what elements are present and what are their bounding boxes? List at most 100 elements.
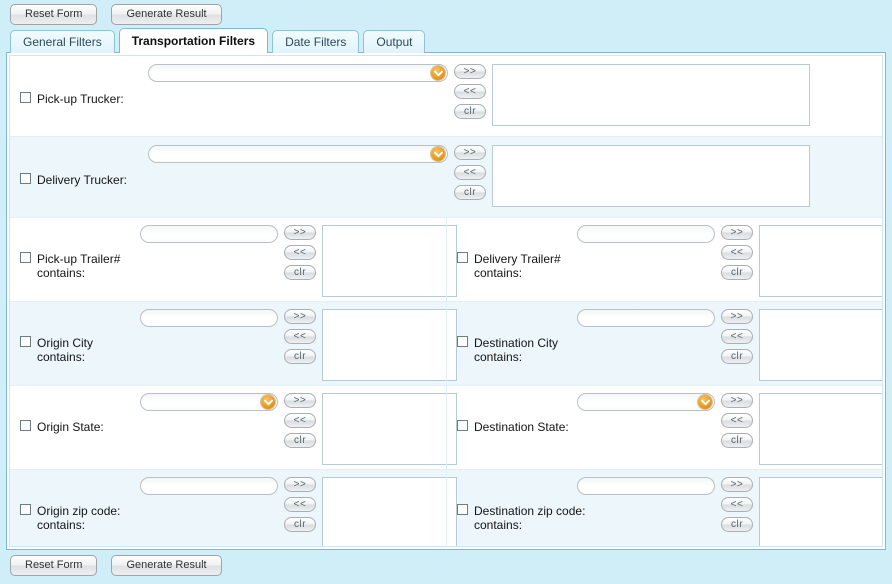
chevron-down-icon[interactable] bbox=[431, 66, 445, 80]
transfer-button-stack: >> << clr bbox=[721, 393, 753, 448]
filter-cell-destination-zip: Destination zip code: contains: >> << clr bbox=[446, 470, 882, 546]
add-button-pickup-trailer[interactable]: >> bbox=[284, 225, 316, 240]
chevron-down-icon[interactable] bbox=[698, 395, 712, 409]
checkbox-destination-zip[interactable] bbox=[457, 504, 468, 515]
text-input-destination-zip[interactable] bbox=[577, 477, 715, 495]
remove-button-origin-state[interactable]: << bbox=[284, 413, 316, 428]
label-group-origin-zip: Origin zip code: contains: bbox=[20, 500, 120, 532]
remove-button-origin-zip[interactable]: << bbox=[284, 497, 316, 512]
checkbox-destination-state[interactable] bbox=[457, 420, 468, 431]
tab-date-filters[interactable]: Date Filters bbox=[272, 30, 360, 53]
reset-form-button-top[interactable]: Reset Form bbox=[10, 4, 98, 25]
combo-pickup-trucker[interactable] bbox=[148, 64, 448, 82]
reset-form-button-bottom[interactable]: Reset Form bbox=[10, 555, 98, 576]
add-button-delivery-trucker[interactable]: >> bbox=[454, 145, 486, 160]
text-input-delivery-trailer[interactable] bbox=[577, 225, 715, 243]
controls-pickup-trucker: >> << clr bbox=[148, 61, 810, 126]
combo-input-destination-state[interactable] bbox=[577, 393, 715, 411]
filter-row: Origin City contains: >> << clr Destination … bbox=[10, 302, 882, 386]
selected-list-pickup-trailer[interactable] bbox=[322, 225, 457, 297]
combo-input-pickup-trucker[interactable] bbox=[148, 64, 448, 82]
selected-list-destination-zip[interactable] bbox=[759, 477, 882, 546]
controls-origin-state: >> << clr bbox=[140, 390, 457, 465]
add-button-origin-zip[interactable]: >> bbox=[284, 477, 316, 492]
clear-button-destination-zip[interactable]: clr bbox=[721, 517, 753, 532]
selected-list-origin-state[interactable] bbox=[322, 393, 457, 465]
filter-cell-origin-zip: Origin zip code: contains: >> << clr bbox=[10, 470, 457, 546]
filter-row: Origin State: >> << clr Destination State: >>… bbox=[10, 386, 882, 470]
tab-transportation-filters[interactable]: Transportation Filters bbox=[118, 28, 269, 53]
clear-button-delivery-trailer[interactable]: clr bbox=[721, 265, 753, 280]
selected-list-pickup-trucker[interactable] bbox=[492, 64, 810, 126]
add-button-destination-city[interactable]: >> bbox=[721, 309, 753, 324]
label-group-destination-city: Destination City contains: bbox=[457, 332, 558, 364]
transfer-button-stack: >> << clr bbox=[284, 309, 316, 364]
generate-result-button-top[interactable]: Generate Result bbox=[111, 4, 222, 25]
remove-button-destination-zip[interactable]: << bbox=[721, 497, 753, 512]
text-input-origin-zip[interactable] bbox=[140, 477, 278, 495]
label-origin-state: Origin State: bbox=[37, 420, 104, 434]
combo-destination-state[interactable] bbox=[577, 393, 715, 411]
remove-button-origin-city[interactable]: << bbox=[284, 329, 316, 344]
filter-cell-delivery-trailer: Delivery Trailer# contains: >> << clr bbox=[446, 218, 882, 301]
label-group-pickup-trucker: Pick-up Trucker: bbox=[20, 88, 124, 106]
clear-button-origin-state[interactable]: clr bbox=[284, 433, 316, 448]
checkbox-delivery-trailer[interactable] bbox=[457, 252, 468, 263]
tab-output[interactable]: Output bbox=[363, 30, 426, 53]
clear-button-pickup-trucker[interactable]: clr bbox=[454, 104, 486, 119]
filter-row: Delivery Trucker: >> << clr bbox=[10, 137, 882, 218]
remove-button-pickup-trucker[interactable]: << bbox=[454, 84, 486, 99]
selected-list-delivery-trailer[interactable] bbox=[759, 225, 882, 297]
chevron-down-icon[interactable] bbox=[431, 147, 445, 161]
add-button-origin-state[interactable]: >> bbox=[284, 393, 316, 408]
checkbox-destination-city[interactable] bbox=[457, 336, 468, 347]
selected-list-destination-state[interactable] bbox=[759, 393, 882, 465]
remove-button-destination-city[interactable]: << bbox=[721, 329, 753, 344]
clear-button-origin-city[interactable]: clr bbox=[284, 349, 316, 364]
label-group-delivery-trailer: Delivery Trailer# contains: bbox=[457, 248, 561, 280]
remove-button-pickup-trailer[interactable]: << bbox=[284, 245, 316, 260]
checkbox-pickup-trucker[interactable] bbox=[20, 92, 31, 103]
add-button-delivery-trailer[interactable]: >> bbox=[721, 225, 753, 240]
tab-bar: General Filters Transportation Filters Dat… bbox=[10, 28, 892, 53]
checkbox-pickup-trailer[interactable] bbox=[20, 252, 31, 263]
checkbox-origin-state[interactable] bbox=[20, 420, 31, 431]
add-button-destination-zip[interactable]: >> bbox=[721, 477, 753, 492]
add-button-origin-city[interactable]: >> bbox=[284, 309, 316, 324]
chevron-down-icon[interactable] bbox=[261, 395, 275, 409]
top-toolbar: Reset Form Generate Result bbox=[0, 0, 892, 28]
tab-general-filters[interactable]: General Filters bbox=[10, 30, 115, 53]
filter-cell-destination-state: Destination State: >> << clr bbox=[446, 386, 882, 469]
label-group-pickup-trailer: Pick-up Trailer# contains: bbox=[20, 248, 120, 280]
remove-button-delivery-trailer[interactable]: << bbox=[721, 245, 753, 260]
text-input-destination-city[interactable] bbox=[577, 309, 715, 327]
combo-origin-state[interactable] bbox=[140, 393, 278, 411]
checkbox-origin-zip[interactable] bbox=[20, 504, 31, 515]
selected-list-delivery-trucker[interactable] bbox=[492, 145, 810, 207]
generate-result-button-bottom[interactable]: Generate Result bbox=[111, 555, 222, 576]
add-button-destination-state[interactable]: >> bbox=[721, 393, 753, 408]
selected-list-destination-city[interactable] bbox=[759, 309, 882, 381]
clear-button-pickup-trailer[interactable]: clr bbox=[284, 265, 316, 280]
checkbox-origin-city[interactable] bbox=[20, 336, 31, 347]
text-input-origin-city[interactable] bbox=[140, 309, 278, 327]
checkbox-delivery-trucker[interactable] bbox=[20, 173, 31, 184]
selected-list-origin-zip[interactable] bbox=[322, 477, 457, 546]
clear-button-destination-state[interactable]: clr bbox=[721, 433, 753, 448]
remove-button-destination-state[interactable]: << bbox=[721, 413, 753, 428]
clear-button-origin-zip[interactable]: clr bbox=[284, 517, 316, 532]
label-origin-zip: Origin zip code: contains: bbox=[37, 504, 121, 532]
combo-delivery-trucker[interactable] bbox=[148, 145, 448, 163]
filter-cell-pickup-trailer: Pick-up Trailer# contains: >> << clr bbox=[10, 218, 457, 301]
transfer-button-stack: >> << clr bbox=[284, 477, 316, 532]
clear-button-delivery-trucker[interactable]: clr bbox=[454, 185, 486, 200]
selected-list-origin-city[interactable] bbox=[322, 309, 457, 381]
text-input-pickup-trailer[interactable] bbox=[140, 225, 278, 243]
clear-button-destination-city[interactable]: clr bbox=[721, 349, 753, 364]
transfer-button-stack: >> << clr bbox=[721, 309, 753, 364]
combo-input-origin-state[interactable] bbox=[140, 393, 278, 411]
remove-button-delivery-trucker[interactable]: << bbox=[454, 165, 486, 180]
label-delivery-trailer: Delivery Trailer# contains: bbox=[474, 252, 561, 280]
combo-input-delivery-trucker[interactable] bbox=[148, 145, 448, 163]
add-button-pickup-trucker[interactable]: >> bbox=[454, 64, 486, 79]
